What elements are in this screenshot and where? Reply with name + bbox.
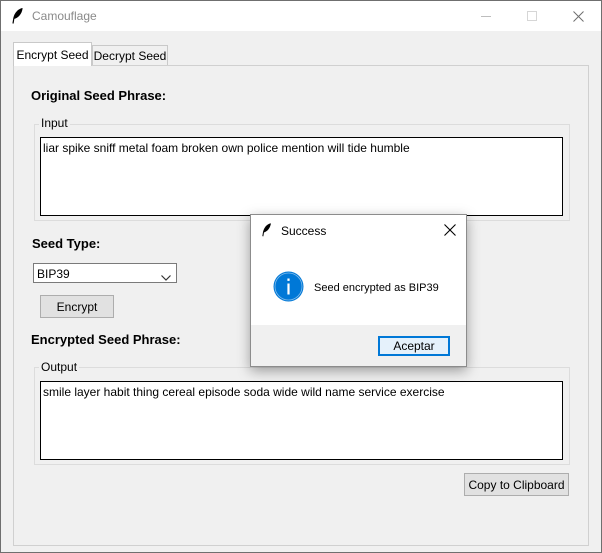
input-textarea[interactable]: liar spike sniff metal foam broken own p…: [40, 137, 563, 216]
minimize-icon: [481, 11, 491, 21]
dialog-message: Seed encrypted as BIP39: [314, 282, 439, 294]
chevron-down-icon: [161, 270, 171, 284]
feather-icon: [12, 7, 24, 27]
dialog-title: Success: [281, 224, 327, 238]
output-group-label: Output: [39, 360, 80, 374]
minimize-button[interactable]: [463, 1, 509, 31]
close-icon: [572, 10, 584, 22]
close-icon[interactable]: [444, 224, 456, 239]
title-bar[interactable]: Camouflage: [1, 1, 601, 31]
dialog-ok-button[interactable]: Aceptar: [378, 336, 450, 356]
encrypt-button[interactable]: Encrypt: [40, 295, 114, 318]
maximize-button[interactable]: [509, 1, 555, 31]
dialog-title-bar[interactable]: Success: [251, 215, 466, 246]
tab-decrypt-seed[interactable]: Decrypt Seed: [92, 45, 168, 67]
success-dialog: Success Seed encrypted as BIP39 Aceptar: [250, 214, 467, 367]
dialog-body: Seed encrypted as BIP39: [251, 246, 466, 325]
copy-to-clipboard-button[interactable]: Copy to Clipboard: [464, 473, 569, 496]
seed-type-heading: Seed Type:: [32, 236, 101, 251]
tab-encrypt-seed[interactable]: Encrypt Seed: [13, 42, 92, 66]
maximize-icon: [527, 11, 537, 21]
feather-icon: [262, 223, 272, 240]
close-button[interactable]: [555, 1, 601, 31]
original-seed-heading: Original Seed Phrase:: [31, 88, 167, 103]
window-title: Camouflage: [32, 9, 97, 23]
input-group-label: Input: [39, 116, 70, 130]
output-textarea[interactable]: smile layer habit thing cereal episode s…: [40, 381, 563, 460]
app-window: Camouflage Encrypt Seed Decrypt Seed Ori…: [0, 0, 602, 553]
seed-type-value: BIP39: [37, 267, 70, 281]
info-icon: [273, 271, 304, 305]
encrypted-seed-heading: Encrypted Seed Phrase:: [31, 332, 181, 347]
seed-type-select[interactable]: BIP39: [33, 263, 177, 283]
